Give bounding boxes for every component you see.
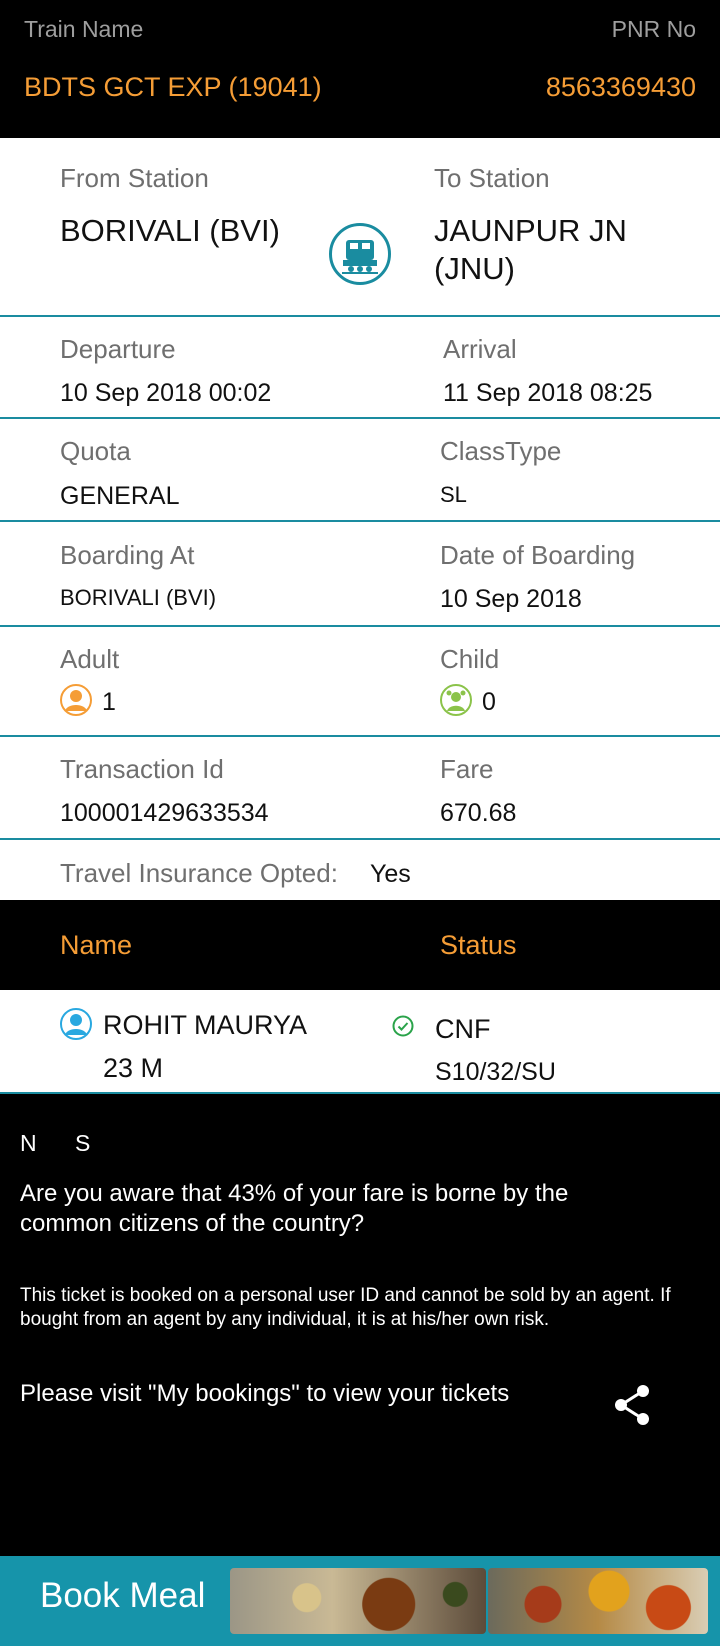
adult-label: Adult <box>60 644 120 674</box>
my-bookings-note: Please visit "My bookings" to view your … <box>20 1380 510 1407</box>
share-icon[interactable] <box>612 1383 652 1427</box>
to-station-label: To Station <box>434 163 550 193</box>
child-count: 0 <box>482 688 496 716</box>
arrival-value: 11 Sep 2018 08:25 <box>443 379 653 407</box>
child-label: Child <box>440 644 500 674</box>
fare-awareness-text: Are you aware that 43% of your fare is b… <box>20 1180 569 1237</box>
fare-value: 670.68 <box>440 799 517 827</box>
quota-label: Quota <box>60 436 131 466</box>
fare-label: Fare <box>440 754 494 784</box>
quota-value: GENERAL <box>60 482 180 510</box>
divider <box>0 315 720 317</box>
departure-value: 10 Sep 2018 00:02 <box>60 379 272 407</box>
transaction-id-label: Transaction Id <box>60 754 224 784</box>
agent-disclaimer: This ticket is booked on a personal user… <box>20 1285 671 1330</box>
from-station: BORIVALI (BVI) <box>60 213 280 248</box>
book-meal-label[interactable]: Book Meal <box>40 1576 205 1616</box>
passenger-table-header: Name Status <box>0 900 720 990</box>
boarding-label: Boarding At <box>60 540 195 570</box>
berth-info: S10/32/SU <box>435 1058 556 1086</box>
boarding-date-value: 10 Sep 2018 <box>440 585 582 613</box>
divider <box>0 838 720 840</box>
adult-count: 1 <box>102 688 116 716</box>
class-type-label: ClassType <box>440 436 562 466</box>
to-station-line2: (JNU) <box>434 251 515 286</box>
insurance-label: Travel Insurance Opted: <box>60 858 338 888</box>
passenger-name: ROHIT MAURYA <box>103 1010 308 1040</box>
arrival-label: Arrival <box>443 334 517 364</box>
table-row: ROHIT MAURYA 23 M CNF S10/32/SU <box>0 990 720 1094</box>
divider <box>0 520 720 522</box>
divider <box>0 417 720 419</box>
boarding-date-label: Date of Boarding <box>440 540 636 570</box>
train-name: BDTS GCT EXP (19041) <box>24 72 322 102</box>
name-header: Name <box>60 930 133 960</box>
status-header: Status <box>440 930 517 960</box>
adult-icon <box>60 684 92 716</box>
insurance-value: Yes <box>370 860 411 888</box>
ns-indicator: N S <box>20 1130 91 1156</box>
passenger-age-gender: 23 M <box>103 1053 164 1083</box>
pnr-label: PNR No <box>611 16 696 42</box>
divider <box>0 625 720 627</box>
transaction-id-value: 100001429633534 <box>60 799 269 827</box>
booking-status: CNF <box>435 1014 491 1044</box>
ticket-header: Train Name PNR No BDTS GCT EXP (19041) 8… <box>0 0 720 138</box>
pnr-number: 8563369430 <box>545 72 696 102</box>
child-icon <box>440 684 472 716</box>
boarding-value: BORIVALI (BVI) <box>60 585 217 610</box>
class-type-value: SL <box>440 482 467 507</box>
book-meal-banner[interactable]: Book Meal <box>0 1556 720 1646</box>
from-station-label: From Station <box>60 163 209 193</box>
train-name-label: Train Name <box>24 16 144 42</box>
check-circle-icon <box>392 1015 414 1037</box>
meal-image <box>230 1568 486 1634</box>
passenger-icon <box>60 1008 92 1040</box>
departure-label: Departure <box>60 334 176 364</box>
train-icon <box>329 223 391 285</box>
divider <box>0 735 720 737</box>
meal-image <box>488 1568 708 1634</box>
to-station-line1: JAUNPUR JN <box>434 213 627 248</box>
